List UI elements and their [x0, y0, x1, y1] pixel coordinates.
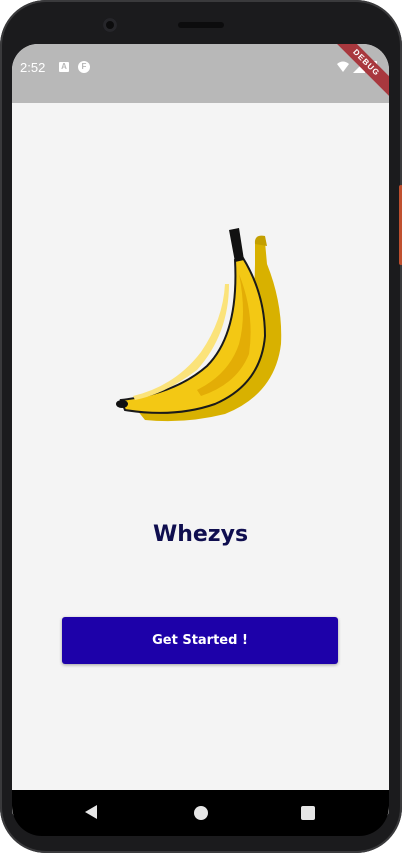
system-navigation-bar	[12, 790, 389, 836]
notification-f-icon: F	[78, 61, 90, 73]
banana-illustration	[116, 228, 282, 422]
banana-stem	[229, 228, 244, 262]
back-icon[interactable]	[84, 804, 98, 820]
status-time: 2:52	[20, 60, 46, 75]
notification-a-icon: A	[59, 62, 69, 72]
earpiece-speaker	[178, 22, 224, 28]
phone-frame: 2:52 A F DEBUG Whezys Get Started !	[0, 0, 402, 853]
status-bar: 2:52 A F DEBUG	[12, 44, 389, 103]
front-camera	[103, 18, 117, 32]
get-started-button[interactable]: Get Started !	[62, 617, 338, 664]
app-title: Whezys	[152, 522, 249, 547]
banana-tip	[116, 400, 128, 408]
app-screen: 2:52 A F DEBUG Whezys Get Started !	[12, 44, 389, 820]
recent-apps-icon[interactable]	[301, 806, 315, 820]
home-icon[interactable]	[194, 806, 208, 820]
wifi-icon	[337, 61, 349, 72]
